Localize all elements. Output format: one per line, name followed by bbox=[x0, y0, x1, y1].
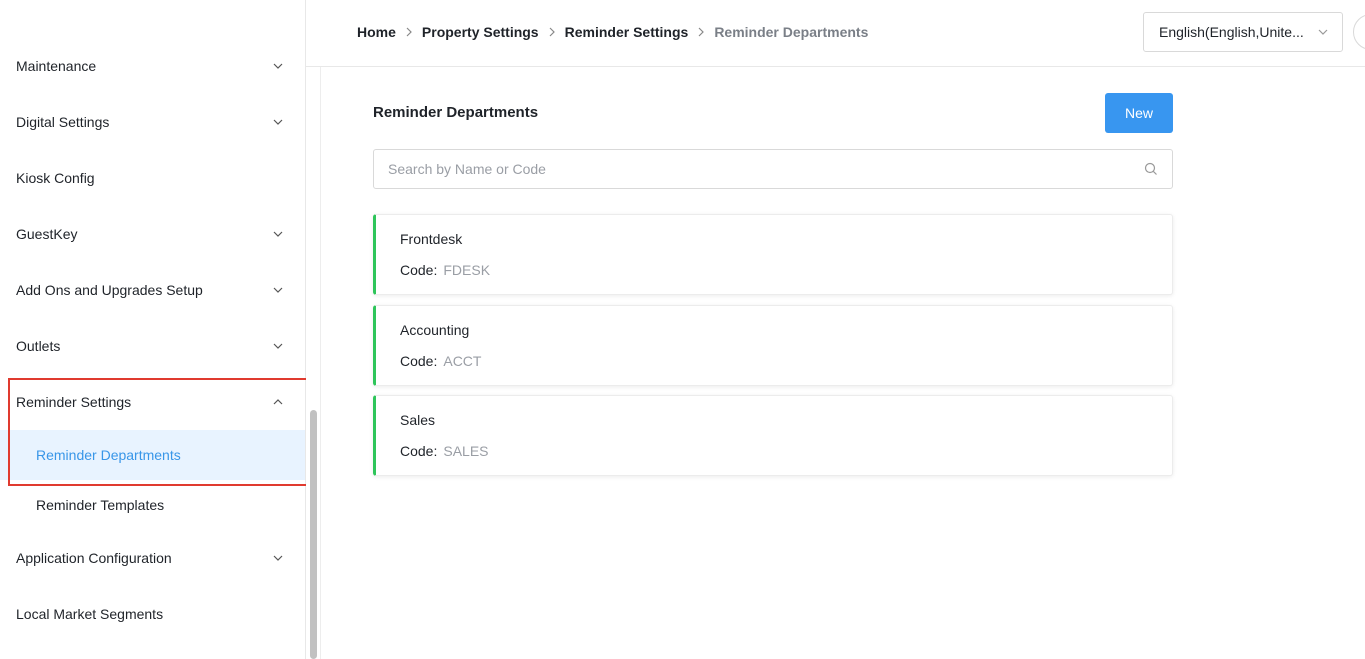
search-icon[interactable] bbox=[1144, 162, 1158, 176]
code-label: Code: bbox=[400, 353, 438, 369]
chevron-down-icon bbox=[271, 551, 285, 565]
department-name: Frontdesk bbox=[400, 231, 463, 247]
language-select-value: English(English,Unite... bbox=[1159, 24, 1304, 40]
chevron-down-icon bbox=[271, 59, 285, 73]
search-box bbox=[373, 149, 1173, 189]
sidebar-item-label: Digital Settings bbox=[16, 114, 110, 130]
new-button[interactable]: New bbox=[1105, 93, 1173, 133]
department-card-accounting[interactable]: Accounting Code: ACCT bbox=[373, 305, 1173, 386]
sidebar-item-maintenance[interactable]: Maintenance bbox=[0, 38, 305, 94]
department-code: SALES bbox=[443, 443, 489, 459]
breadcrumb-property-settings[interactable]: Property Settings bbox=[422, 24, 539, 40]
sidebar-item-guestkey[interactable]: GuestKey bbox=[0, 206, 305, 262]
sidebar-item-label: Local Market Segments bbox=[16, 606, 164, 622]
search-input[interactable] bbox=[374, 150, 1134, 188]
code-label: Code: bbox=[400, 262, 438, 278]
sidebar-item-label: Maintenance bbox=[16, 58, 97, 74]
sidebar-item-label: Kiosk Config bbox=[16, 170, 95, 186]
chevron-down-icon bbox=[271, 339, 285, 353]
breadcrumb-current: Reminder Departments bbox=[714, 24, 869, 40]
department-code: ACCT bbox=[443, 353, 482, 369]
sidebar-scrollbar-thumb[interactable] bbox=[310, 410, 317, 659]
chevron-right-icon bbox=[697, 27, 705, 37]
sidebar-item-kiosk-config[interactable]: Kiosk Config bbox=[0, 150, 305, 206]
sidebar-subitem-reminder-departments[interactable]: Reminder Departments bbox=[0, 430, 305, 480]
app-root: Maintenance Digital Settings Kiosk Confi… bbox=[0, 0, 1365, 659]
department-code-row: Code: FDESK bbox=[400, 262, 490, 278]
department-code: FDESK bbox=[443, 262, 491, 278]
sidebar-item-label: Application Configuration bbox=[16, 550, 172, 566]
sidebar-subitem-reminder-templates[interactable]: Reminder Templates bbox=[0, 480, 305, 530]
chevron-down-icon bbox=[271, 115, 285, 129]
chevron-up-icon bbox=[271, 395, 285, 409]
chevron-down-icon bbox=[1318, 29, 1328, 35]
sidebar-item-digital-settings[interactable]: Digital Settings bbox=[0, 94, 305, 150]
language-select[interactable]: English(English,Unite... bbox=[1143, 12, 1343, 52]
department-name: Accounting bbox=[400, 322, 470, 338]
sidebar-item-label: Reminder Settings bbox=[16, 394, 132, 410]
sidebar-item-application-configuration[interactable]: Application Configuration bbox=[0, 530, 305, 586]
chevron-right-icon bbox=[405, 27, 413, 37]
chevron-right-icon bbox=[548, 27, 556, 37]
department-card-frontdesk[interactable]: Frontdesk Code: FDESK bbox=[373, 214, 1173, 295]
sidebar-subitem-label: Reminder Departments bbox=[36, 447, 181, 463]
department-name: Sales bbox=[400, 412, 436, 428]
sidebar-item-local-market-segments[interactable]: Local Market Segments bbox=[0, 586, 305, 642]
breadcrumb: Home Property Settings Reminder Settings… bbox=[357, 22, 868, 42]
sidebar-item-add-ons-upgrades[interactable]: Add Ons and Upgrades Setup bbox=[0, 262, 305, 318]
sidebar-item-label: Outlets bbox=[16, 338, 61, 354]
breadcrumb-home[interactable]: Home bbox=[357, 24, 396, 40]
sidebar: Maintenance Digital Settings Kiosk Confi… bbox=[0, 0, 306, 659]
department-code-row: Code: ACCT bbox=[400, 353, 481, 369]
top-header: Home Property Settings Reminder Settings… bbox=[306, 0, 1365, 67]
sidebar-subitem-label: Reminder Templates bbox=[36, 497, 165, 513]
sidebar-item-label: Add Ons and Upgrades Setup bbox=[16, 282, 203, 298]
page-title: Reminder Departments bbox=[373, 104, 539, 121]
sidebar-item-outlets[interactable]: Outlets bbox=[0, 318, 305, 374]
department-code-row: Code: SALES bbox=[400, 443, 489, 459]
chevron-down-icon bbox=[271, 227, 285, 241]
sidebar-item-label: GuestKey bbox=[16, 226, 78, 242]
department-card-sales[interactable]: Sales Code: SALES bbox=[373, 395, 1173, 476]
sidebar-item-reminder-settings[interactable]: Reminder Settings bbox=[0, 374, 305, 430]
breadcrumb-reminder-settings[interactable]: Reminder Settings bbox=[565, 24, 689, 40]
code-label: Code: bbox=[400, 443, 438, 459]
chevron-down-icon bbox=[271, 283, 285, 297]
user-avatar-button[interactable] bbox=[1353, 14, 1365, 50]
